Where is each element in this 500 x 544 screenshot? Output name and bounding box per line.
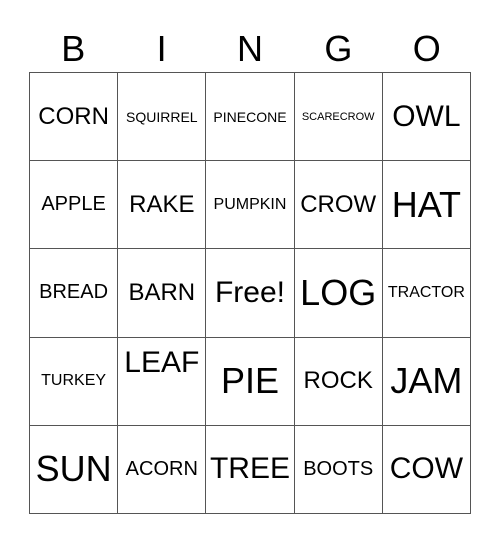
bingo-cell[interactable]: ROCK — [294, 337, 383, 426]
bingo-cell[interactable]: BARN — [118, 249, 207, 338]
bingo-header: B I N G O — [29, 26, 471, 72]
header-letter-o: O — [412, 28, 441, 69]
free-space-cell[interactable]: Free! — [206, 249, 295, 338]
bingo-cell[interactable]: JAM — [382, 337, 471, 426]
bingo-cell[interactable]: TRACTOR — [382, 249, 471, 338]
bingo-cell[interactable]: PINECONE — [206, 73, 295, 162]
bingo-cell[interactable]: PIE — [206, 337, 295, 426]
header-letter-b: B — [61, 28, 86, 69]
bingo-cell[interactable]: TURKEY — [30, 337, 119, 426]
header-letter-i: I — [156, 28, 167, 69]
bingo-cell[interactable]: SCARECROW — [294, 73, 383, 162]
bingo-cell[interactable]: PUMPKIN — [206, 161, 295, 250]
bingo-cell[interactable]: CROW — [294, 161, 383, 250]
bingo-cell[interactable]: LEAF — [118, 337, 207, 426]
header-letter-g: G — [324, 28, 353, 69]
bingo-cell[interactable]: LOG — [294, 249, 383, 338]
header-letter-n: N — [236, 28, 263, 69]
bingo-cell[interactable]: SUN — [30, 425, 119, 514]
bingo-cell[interactable]: OWL — [382, 73, 471, 162]
bingo-cell[interactable]: APPLE — [30, 161, 119, 250]
bingo-cell[interactable]: COW — [382, 425, 471, 514]
bingo-cell[interactable]: RAKE — [118, 161, 207, 250]
bingo-cell[interactable]: TREE — [206, 425, 295, 514]
bingo-cell[interactable]: HAT — [382, 161, 471, 250]
bingo-grid: CORN SQUIRREL PINECONE SCARECROW OWL APP… — [29, 72, 471, 514]
bingo-cell[interactable]: BOOTS — [294, 425, 383, 514]
bingo-cell[interactable]: CORN — [30, 73, 119, 162]
bingo-cell[interactable]: SQUIRREL — [118, 73, 207, 162]
bingo-cell[interactable]: BREAD — [30, 249, 119, 338]
bingo-cell[interactable]: ACORN — [118, 425, 207, 514]
